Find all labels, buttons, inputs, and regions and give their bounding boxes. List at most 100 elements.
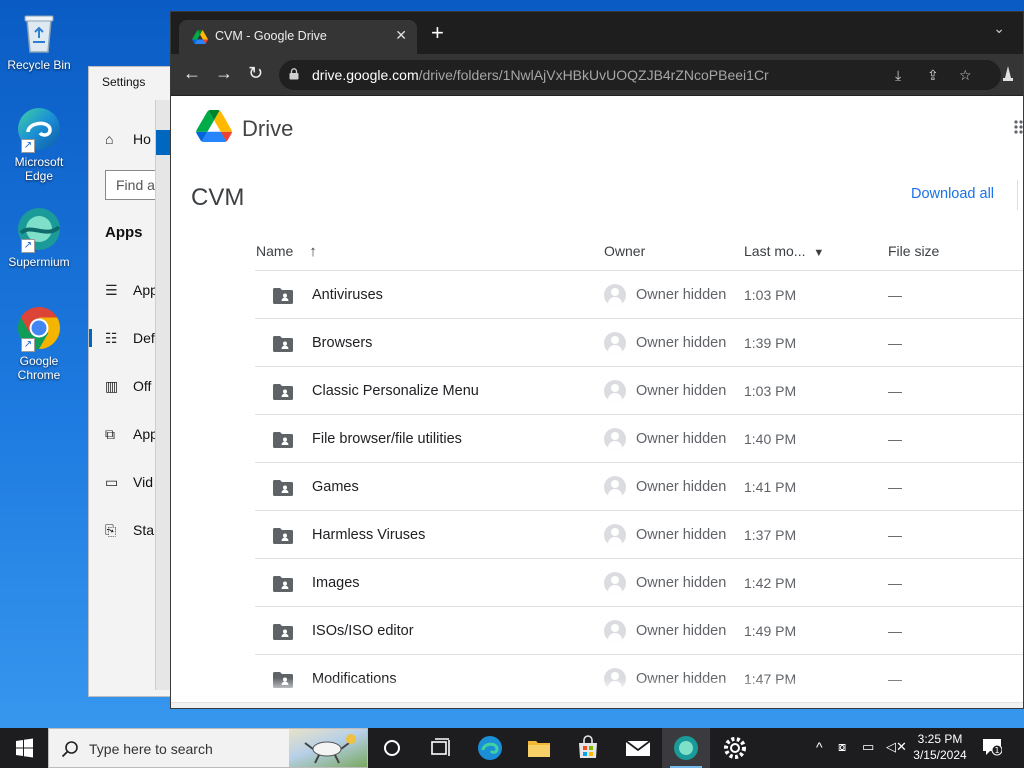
- clock[interactable]: 3:25 PM 3/15/2024: [906, 731, 974, 763]
- shared-folder-icon: [273, 576, 293, 592]
- taskbar-supermium-icon[interactable]: [662, 728, 710, 768]
- bookmark-star-icon[interactable]: ☆: [959, 67, 972, 84]
- url-path: /drive/folders/1NwlAjVxHBkUvUOQZJB4rZNco…: [418, 67, 769, 83]
- settings-item[interactable]: ▥ Off: [105, 378, 151, 395]
- owner-avatar-icon: [604, 284, 626, 306]
- volume-muted-icon[interactable]: ◁✕: [886, 739, 907, 755]
- video-playback-icon: ▭: [105, 474, 119, 490]
- file-row[interactable]: Browsers Owner hidden 1:39 PM —: [255, 319, 1023, 367]
- home-icon: ⌂: [105, 131, 114, 147]
- sort-arrow-up-icon[interactable]: ↑: [309, 243, 317, 260]
- install-app-icon[interactable]: ⤓: [895, 67, 901, 84]
- tab-close-icon[interactable]: ✕: [395, 27, 407, 44]
- desktop-icon-edge[interactable]: ↗ Microsoft Edge: [4, 105, 74, 183]
- file-owner: Owner hidden: [636, 623, 727, 639]
- file-modified: 1:42 PM: [744, 575, 797, 591]
- file-row[interactable]: Classic Personalize Menu Owner hidden 1:03…: [255, 367, 1023, 415]
- column-header-modified-label: Last mo...: [744, 243, 806, 259]
- settings-item[interactable]: ⎘ Sta: [105, 522, 154, 539]
- settings-item[interactable]: ⧉ App: [105, 426, 158, 443]
- google-apps-icon[interactable]: [1014, 120, 1024, 134]
- file-modified: 1:39 PM: [744, 335, 797, 351]
- desktop-icon-label: Recycle Bin: [7, 58, 71, 72]
- tab-strip: CVM - Google Drive ✕ + ⌄: [171, 12, 1023, 54]
- taskbar-settings-icon[interactable]: [711, 728, 759, 768]
- taskbar-edge-icon[interactable]: [466, 728, 514, 768]
- file-modified: 1:03 PM: [744, 287, 797, 303]
- file-row[interactable]: Antiviruses Owner hidden 1:03 PM —: [255, 271, 1023, 319]
- file-name: Games: [312, 479, 359, 495]
- taskbar-search-box[interactable]: Type here to search: [48, 728, 368, 768]
- microsoft-store-icon[interactable]: [564, 728, 612, 768]
- new-tab-icon[interactable]: +: [431, 22, 444, 44]
- show-hidden-icons-chevron-icon[interactable]: ^: [816, 739, 823, 755]
- settings-item[interactable]: ☷ Def: [105, 330, 155, 347]
- file-size: —: [888, 383, 902, 399]
- desktop-icon-supermium[interactable]: ↗ Supermium: [4, 205, 74, 269]
- file-list: Antiviruses Owner hidden 1:03 PM — Browsers O…: [255, 271, 1023, 691]
- file-owner: Owner hidden: [636, 527, 727, 543]
- settings-item[interactable]: ☰ App: [105, 282, 158, 299]
- column-header-modified[interactable]: Last mo... ▼: [744, 243, 824, 259]
- download-all-button[interactable]: Download all: [911, 186, 994, 202]
- hardware-icon[interactable]: ⧇: [838, 739, 846, 755]
- recycle-bin-icon: [15, 8, 63, 56]
- shortcut-arrow-icon: ↗: [21, 139, 35, 153]
- task-view-icon[interactable]: [416, 728, 464, 768]
- desktop-icon-recycle-bin[interactable]: Recycle Bin: [4, 8, 74, 72]
- back-icon[interactable]: ←: [183, 64, 201, 82]
- column-header-owner: Owner: [604, 243, 646, 259]
- owner-avatar-icon: [604, 332, 626, 354]
- network-icon[interactable]: ▭: [862, 739, 874, 755]
- notification-center-icon[interactable]: 1: [982, 738, 1002, 756]
- tab-search-chevron-icon[interactable]: ⌄: [993, 20, 1005, 37]
- reload-icon[interactable]: ↻: [248, 64, 263, 82]
- file-row[interactable]: Harmless Viruses Owner hidden 1:37 PM —: [255, 511, 1023, 559]
- tab-google-drive[interactable]: CVM - Google Drive ✕: [179, 20, 417, 54]
- settings-title: Settings: [102, 75, 146, 89]
- desktop-icon-label: Google Chrome: [17, 354, 61, 382]
- settings-home[interactable]: ⌂ Ho: [105, 131, 151, 147]
- header-divider: [1017, 180, 1018, 210]
- forward-icon[interactable]: →: [215, 64, 233, 82]
- owner-avatar-icon: [604, 476, 626, 498]
- file-row[interactable]: Images Owner hidden 1:42 PM —: [255, 559, 1023, 607]
- windows-start-icon[interactable]: [0, 728, 48, 768]
- owner-avatar-icon: [604, 572, 626, 594]
- address-bar[interactable]: drive.google.com/drive/folders/1NwlAjVxH…: [279, 60, 1001, 90]
- search-icon: [61, 741, 78, 758]
- drive-brand[interactable]: Drive: [242, 116, 293, 142]
- share-icon[interactable]: ⇪: [927, 67, 939, 84]
- file-size: —: [888, 623, 902, 639]
- file-name: Antiviruses: [312, 287, 383, 303]
- chrome-window[interactable]: CVM - Google Drive ✕ + ⌄ ← → ↻ drive.goo…: [170, 11, 1024, 709]
- file-modified: 1:49 PM: [744, 623, 797, 639]
- file-size: —: [888, 527, 902, 543]
- settings-item[interactable]: ▭ Vid: [105, 474, 153, 491]
- file-row[interactable]: File browser/file utilities Owner hidden 1…: [255, 415, 1023, 463]
- mail-icon[interactable]: [613, 728, 661, 768]
- desktop-icon-chrome[interactable]: ↗ Google Chrome: [4, 304, 74, 382]
- shared-folder-icon: [273, 432, 293, 448]
- owner-avatar-icon: [604, 380, 626, 402]
- tab-title: CVM - Google Drive: [215, 29, 327, 43]
- svg-text:1: 1: [994, 746, 999, 755]
- file-name: Images: [312, 575, 360, 591]
- file-size: —: [888, 335, 902, 351]
- file-explorer-icon[interactable]: [515, 728, 563, 768]
- shared-folder-icon: [273, 336, 293, 352]
- search-highlight-illustration: [289, 729, 367, 767]
- column-header-name[interactable]: Name ↑: [256, 243, 317, 260]
- settings-item-label: Off: [133, 378, 152, 394]
- file-modified: 1:03 PM: [744, 383, 797, 399]
- cortana-icon[interactable]: [368, 728, 416, 768]
- file-size: —: [888, 431, 902, 447]
- extensions-icon[interactable]: [999, 64, 1017, 82]
- google-drive-logo-icon[interactable]: [196, 110, 232, 142]
- sort-dropdown-icon[interactable]: ▼: [813, 247, 824, 259]
- lock-icon: [289, 68, 299, 80]
- shared-folder-icon: [273, 480, 293, 496]
- file-row[interactable]: ISOs/ISO editor Owner hidden 1:49 PM —: [255, 607, 1023, 655]
- file-row[interactable]: Games Owner hidden 1:41 PM —: [255, 463, 1023, 511]
- file-name: Harmless Viruses: [312, 527, 426, 543]
